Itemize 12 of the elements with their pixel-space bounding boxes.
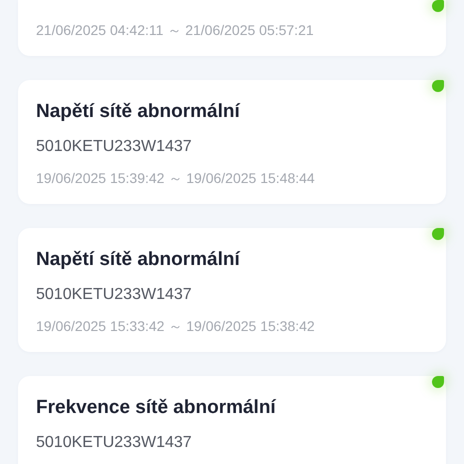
alarm-title: Napětí sítě abnormální — [36, 248, 242, 272]
device-serial: 5010KETU233W1437 — [36, 433, 193, 453]
alarm-card[interactable]: Frekvence sítě abnormální 5010KETU233W1437 — [18, 376, 446, 464]
device-serial: 5010KETU233W1437 — [36, 137, 193, 157]
device-serial: 5010KETU233W1437 — [36, 285, 193, 305]
time-range: 19/06/2025 15:39:42 ～ 19/06/2025 15:48:44 — [36, 169, 316, 188]
alarm-title: Frekvence sítě abnormální — [36, 396, 278, 420]
alarm-card[interactable]: Napětí sítě abnormální 5010KETU233W1437 19/06/2025 15:39:42 ～ 19/06/2025 15:48:44 — [18, 80, 446, 204]
time-range: 21/06/2025 04:42:11 ～ 21/06/2025 05:57:21 — [36, 21, 315, 40]
alarm-card[interactable]: Napětí sítě abnormální 5010KETU233W1437 19/06/2025 15:33:42 ～ 19/06/2025 15:38:42 — [18, 228, 446, 352]
time-range: 19/06/2025 15:33:42 ～ 19/06/2025 15:38:42 — [36, 317, 316, 336]
alarm-title: Napětí sítě abnormální — [36, 100, 242, 124]
